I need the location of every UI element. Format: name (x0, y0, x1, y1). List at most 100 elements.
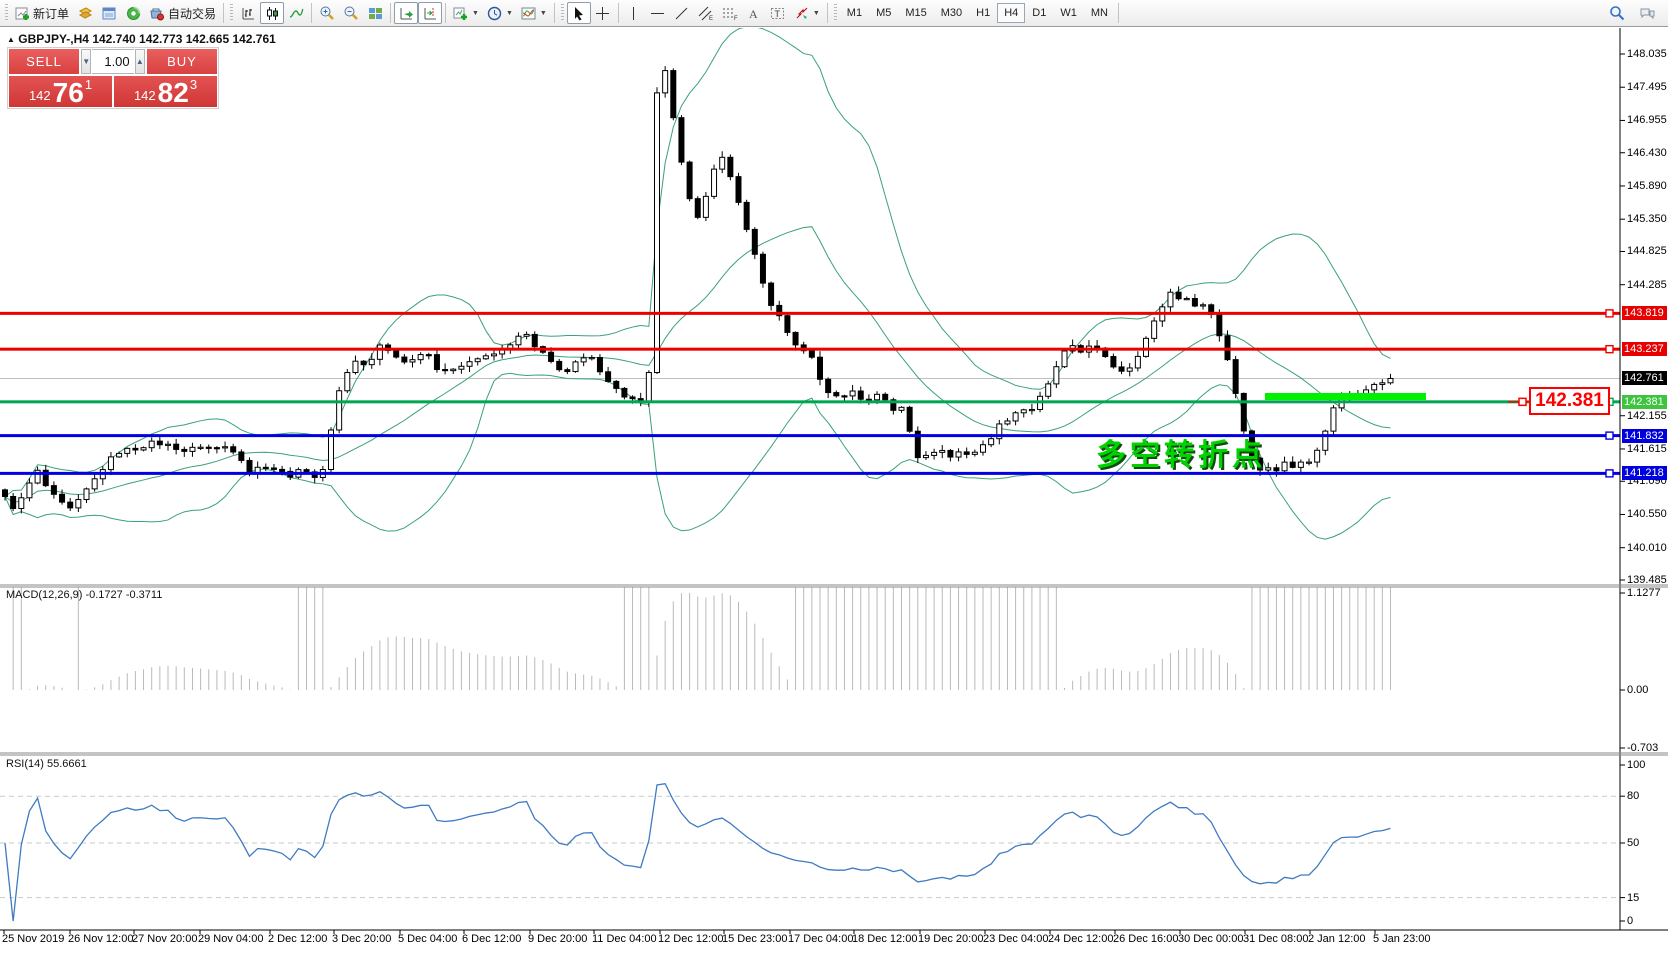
new-chart-button[interactable]: ▼ (449, 2, 483, 24)
market-watch-button[interactable] (73, 2, 97, 24)
volume-decrease-button[interactable]: ▼ (81, 49, 91, 74)
svg-text:F: F (734, 16, 738, 21)
zoom-in-icon (319, 5, 335, 21)
auto-trading-label: 自动交易 (168, 5, 216, 22)
zoom-in-button[interactable] (315, 2, 339, 24)
dropdown-caret: ▼ (813, 10, 820, 17)
chat-button[interactable] (1635, 2, 1660, 24)
text-label-icon: T (770, 6, 785, 21)
navigator-button[interactable] (121, 2, 145, 24)
toolbar-separator (1118, 3, 1119, 23)
price-callout-box[interactable]: 142.381 (1529, 387, 1610, 415)
new-order-button[interactable]: 新订单 (11, 2, 73, 24)
symbol-header: ▲ GBPJPY-,H4 142.740 142.773 142.665 142… (7, 32, 276, 46)
level-line-handle (1606, 470, 1613, 477)
timeframe-mn-button[interactable]: MN (1084, 3, 1115, 23)
toolbar-grip (834, 4, 837, 22)
cursor-button[interactable] (567, 2, 591, 24)
text-icon: A (746, 6, 761, 21)
market-watch-icon (78, 6, 93, 21)
rsi-label: RSI(14) 55.6661 (6, 758, 87, 770)
fibonacci-icon: F (722, 6, 738, 21)
toolbar-separator (311, 3, 312, 23)
zoom-out-button[interactable] (339, 2, 363, 24)
toolbar-separator (445, 3, 446, 23)
sell-price-base: 142 (29, 88, 51, 103)
line-chart-button[interactable] (284, 2, 308, 24)
auto-scroll-icon (399, 6, 414, 21)
level-line-handle (1606, 432, 1613, 439)
indicators-icon (521, 6, 536, 21)
dropdown-caret: ▼ (506, 10, 513, 17)
timeframe-m5-button[interactable]: M5 (869, 3, 898, 23)
chart-canvas[interactable] (0, 0, 1668, 953)
price-level-line (0, 348, 1620, 351)
arrows-icon (794, 6, 809, 21)
new-chart-icon (453, 6, 468, 21)
channel-button[interactable]: E (694, 2, 718, 24)
price-level-line (0, 472, 1620, 475)
timeframe-w1-button[interactable]: W1 (1053, 3, 1084, 23)
text-button[interactable]: A (742, 2, 766, 24)
toolbar-separator (390, 3, 391, 23)
main-pane (0, 27, 1620, 540)
tile-windows-icon (368, 6, 383, 21)
toolbar-separator (618, 3, 619, 23)
buy-price-button[interactable]: 142 82 3 (114, 76, 217, 107)
text-label-button[interactable]: T (766, 2, 790, 24)
toolbar: 新订单 自动交易 (0, 0, 1668, 27)
highlight-bar (1265, 393, 1426, 400)
chart-shift-icon (423, 6, 438, 21)
vertical-line-icon (626, 6, 641, 21)
svg-text:E: E (709, 16, 713, 21)
chart-shift-button[interactable] (418, 2, 442, 24)
timeframe-h1-button[interactable]: H1 (969, 3, 997, 23)
price-level-line (0, 312, 1620, 315)
buy-price-main: 82 (158, 80, 189, 106)
dropdown-caret: ▼ (540, 10, 547, 17)
timeframe-m30-button[interactable]: M30 (934, 3, 969, 23)
candlestick-chart-icon (265, 6, 280, 21)
auto-trading-button[interactable]: 自动交易 (145, 2, 220, 24)
toolbar-grip (561, 4, 564, 22)
horizontal-line-button[interactable] (646, 2, 670, 24)
timeframe-m15-button[interactable]: M15 (898, 3, 933, 23)
timeframe-h4-button[interactable]: H4 (997, 3, 1025, 23)
timeframe-d1-button[interactable]: D1 (1025, 3, 1053, 23)
crosshair-button[interactable] (591, 2, 615, 24)
volume-increase-button[interactable]: ▲ (135, 49, 145, 74)
price-level-line (0, 434, 1620, 437)
candlestick-chart-button[interactable] (260, 2, 284, 24)
timeframe-m1-button[interactable]: M1 (840, 3, 869, 23)
sell-price-pip: 1 (85, 77, 92, 92)
tile-windows-button[interactable] (363, 2, 387, 24)
period-button[interactable]: ▼ (483, 2, 517, 24)
crosshair-icon (595, 6, 610, 21)
search-button[interactable] (1605, 2, 1629, 24)
horizontal-line-icon (650, 6, 665, 21)
search-icon (1609, 5, 1625, 21)
zoom-out-icon (343, 5, 359, 21)
sell-button[interactable]: SELL (9, 49, 79, 74)
chart-annotation[interactable]: 多空转折点 (1096, 430, 1266, 474)
fibonacci-button[interactable]: F (718, 2, 742, 24)
channel-icon: E (698, 6, 714, 21)
indicators-button[interactable]: ▼ (517, 2, 551, 24)
bar-chart-button[interactable] (236, 2, 260, 24)
svg-text:A: A (749, 7, 758, 21)
vertical-line-button[interactable] (622, 2, 646, 24)
sell-price-main: 76 (53, 80, 84, 106)
sell-price-button[interactable]: 142 76 1 (9, 76, 112, 107)
new-order-icon (15, 6, 30, 21)
volume-stepper: ▼ ▲ (81, 49, 145, 74)
trendline-icon (674, 6, 689, 21)
data-window-button[interactable] (97, 2, 121, 24)
rsi-pane (0, 784, 1620, 921)
auto-scroll-button[interactable] (394, 2, 418, 24)
price-level-line (0, 400, 1620, 403)
buy-button[interactable]: BUY (147, 49, 217, 74)
volume-input[interactable] (92, 49, 133, 74)
arrows-button[interactable]: ▼ (790, 2, 824, 24)
trendline-button[interactable] (670, 2, 694, 24)
toolbar-separator (554, 3, 555, 23)
